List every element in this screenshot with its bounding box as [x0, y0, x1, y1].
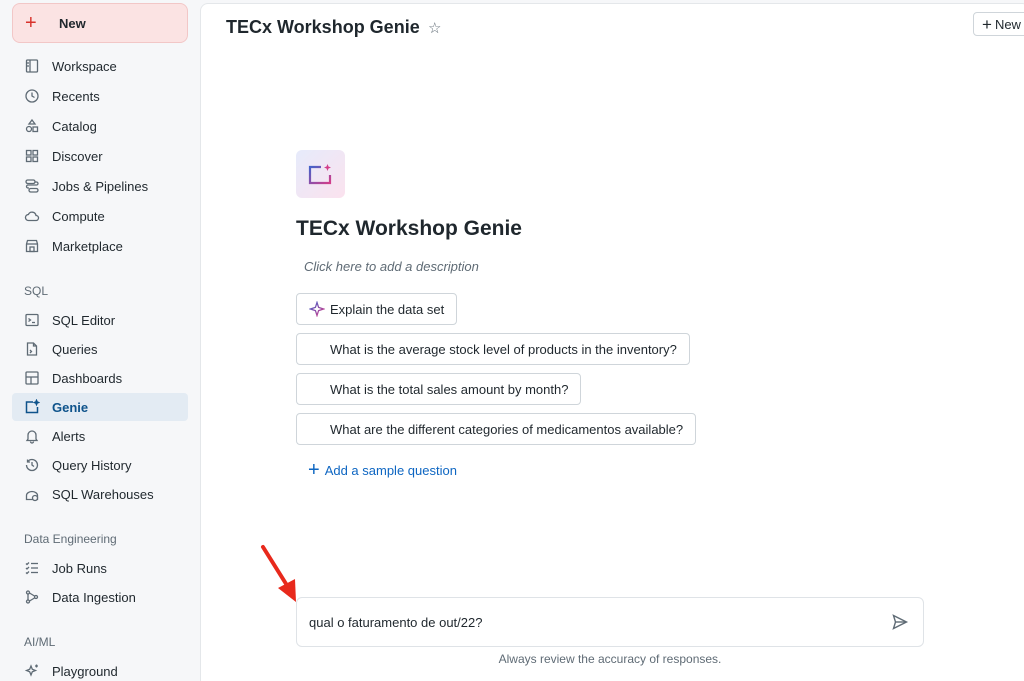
sidebar-item-marketplace[interactable]: Marketplace	[12, 232, 188, 260]
genie-space-logo	[296, 150, 345, 198]
sample-question-chip[interactable]: 123 What is the total sales amount by mo…	[296, 373, 582, 405]
page-title: TECx Workshop Genie	[226, 17, 420, 37]
main-panel: TECx Workshop Genie ☆ + New TECx Worksho…	[200, 3, 1024, 681]
store-icon	[24, 238, 40, 254]
history-icon	[24, 457, 40, 473]
dashboard-icon	[24, 370, 40, 386]
add-sample-question-link[interactable]: + Add a sample question	[308, 460, 457, 480]
query-file-icon	[24, 341, 40, 357]
sidebar-item-recents[interactable]: Recents	[12, 82, 188, 110]
number-icon: 123	[310, 420, 324, 438]
number-icon: 123	[310, 380, 324, 398]
sidebar-item-query-history[interactable]: Query History	[12, 451, 188, 479]
annotation-arrow-icon	[261, 545, 296, 602]
cloud-icon	[24, 208, 40, 224]
sidebar-item-jobs-pipelines[interactable]: Jobs & Pipelines	[12, 172, 188, 200]
header-new-button-label: New	[994, 16, 1021, 32]
sidebar-item-workspace[interactable]: Workspace	[12, 52, 188, 80]
number-icon: 123	[310, 340, 324, 358]
sidebar: + New Workspace Recents Catalog Discover…	[0, 0, 200, 681]
sidebar-item-discover[interactable]: Discover	[12, 142, 188, 170]
sidebar-item-dashboards[interactable]: Dashboards	[12, 364, 188, 392]
star-icon[interactable]: ☆	[428, 19, 441, 37]
warehouse-icon	[24, 486, 40, 502]
sidebar-item-data-ingestion[interactable]: Data Ingestion	[12, 583, 188, 611]
sidebar-item-compute[interactable]: Compute	[12, 202, 188, 230]
description-placeholder[interactable]: Click here to add a description	[304, 259, 479, 274]
sidebar-item-catalog[interactable]: Catalog	[12, 112, 188, 140]
terminal-icon	[24, 312, 40, 328]
data-engineering-section-label: Data Engineering	[24, 532, 117, 546]
workflow-icon	[24, 178, 40, 194]
plus-icon: +	[982, 14, 992, 34]
genie-icon	[308, 164, 331, 185]
new-button[interactable]: + New	[12, 3, 188, 43]
clock-icon	[24, 88, 40, 104]
explain-data-set-button[interactable]: Explain the data set	[296, 293, 458, 325]
catalog-icon	[24, 118, 40, 134]
new-button-label: New	[59, 15, 86, 31]
ai-ml-section-label: AI/ML	[24, 635, 56, 649]
sidebar-item-genie[interactable]: Genie	[12, 393, 188, 421]
sql-section-label: SQL	[24, 284, 49, 298]
genie-icon	[24, 399, 40, 415]
accuracy-disclaimer: Always review the accuracy of responses.	[498, 652, 722, 666]
sidebar-item-queries[interactable]: Queries	[12, 335, 188, 363]
sample-question-chip[interactable]: 123 What are the different categories of…	[296, 413, 697, 445]
plus-icon: +	[25, 12, 37, 34]
bell-icon	[24, 428, 40, 444]
sample-question-chip[interactable]: 123 What is the average stock level of p…	[296, 333, 690, 365]
sidebar-item-alerts[interactable]: Alerts	[12, 422, 188, 450]
genie-space-title: TECx Workshop Genie	[296, 217, 522, 240]
grid-icon	[24, 148, 40, 164]
sidebar-item-job-runs[interactable]: Job Runs	[12, 554, 188, 582]
workspace-icon	[24, 58, 40, 74]
header-new-button[interactable]: + New	[973, 12, 1024, 36]
chat-input-value[interactable]: qual o faturamento de out/22?	[309, 615, 482, 630]
sparkle-icon	[24, 663, 40, 679]
ingestion-icon	[24, 589, 40, 605]
list-check-icon	[24, 560, 40, 576]
sidebar-item-sql-editor[interactable]: SQL Editor	[12, 306, 188, 334]
plus-icon: +	[308, 459, 320, 481]
sidebar-item-sql-warehouses[interactable]: SQL Warehouses	[12, 480, 188, 508]
sidebar-item-playground[interactable]: Playground	[12, 657, 188, 681]
sparkle-icon	[308, 301, 326, 317]
chat-input[interactable]: qual o faturamento de out/22?	[296, 597, 924, 647]
send-icon[interactable]	[891, 613, 909, 631]
